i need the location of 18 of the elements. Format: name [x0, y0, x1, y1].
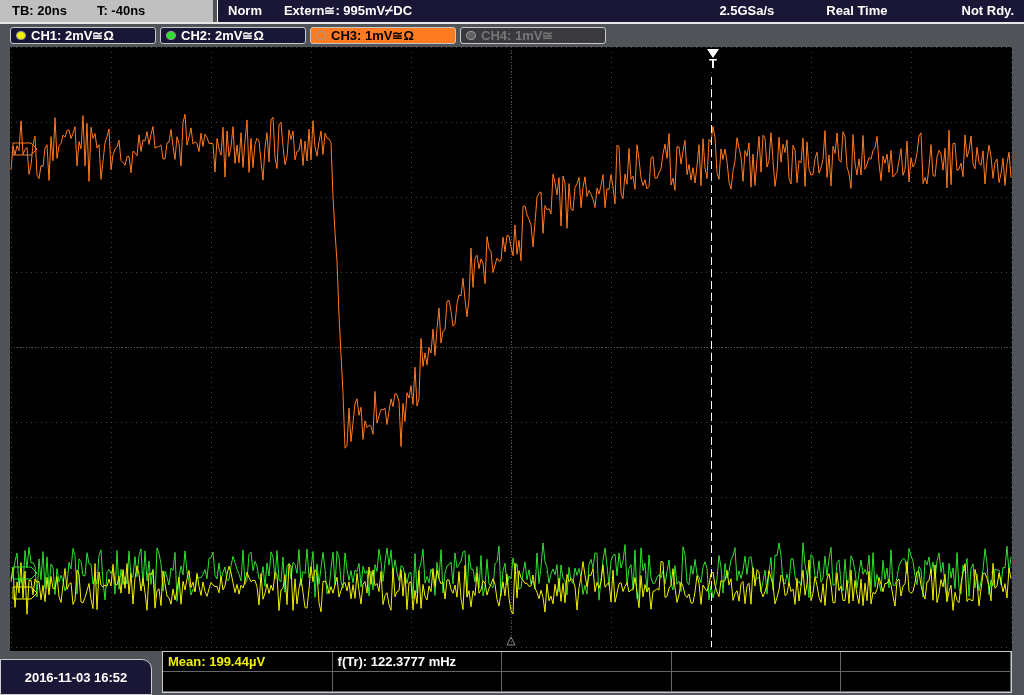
acquisition-state-label: Not Rdy. [961, 3, 1014, 19]
channel-marker-icon [12, 566, 38, 580]
trigger-mode-label: Norm [228, 3, 262, 19]
acquisition-mode-label: Real Time [826, 3, 888, 19]
channel-marker-icon [12, 586, 38, 600]
measurement-cell: Mean: 199.44µV [163, 652, 333, 672]
channel-marker-icon [12, 142, 38, 156]
trigger-position-icon [506, 636, 516, 646]
channel-tab[interactable]: CH3: 1mV≅Ω [310, 26, 456, 44]
timebase-label: TB: 20ns [12, 3, 67, 19]
trigger-time-label: T: -40ns [96, 3, 146, 19]
trigger-source-label: Extern≅: 995mV⌿DC [283, 2, 413, 19]
trigger-marker: T [705, 49, 721, 70]
date-time-display: 2016-11-03 16:52 [0, 659, 152, 695]
measurement-cell: f(Tr): 122.3777 mHz [332, 652, 503, 672]
sample-rate-label: 2.5GSa/s [719, 3, 775, 19]
channel-tab[interactable]: CH1: 2mV≅Ω [10, 26, 156, 44]
channel-tab[interactable]: CH2: 2mV≅Ω [160, 26, 306, 44]
